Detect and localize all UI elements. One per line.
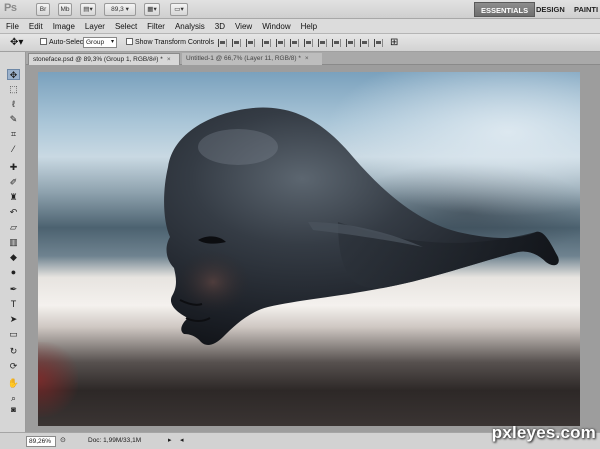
distribute-left-icon[interactable]: [346, 39, 355, 47]
menu-edit[interactable]: Edit: [29, 22, 43, 31]
stone-face-sculpture: [164, 107, 559, 345]
menu-bar: File Edit Image Layer Select Filter Anal…: [0, 19, 600, 34]
distribute-right-icon[interactable]: [374, 39, 383, 47]
tools-panel: ✥ ⬚ ℓ ✎ ⌗ ⁄ ✚ ✐ ♜ ↶ ▱ ▥ ◆ ● ✒ T ➤ ▭ ↻ ⟳ …: [0, 52, 26, 449]
menu-help[interactable]: Help: [301, 22, 317, 31]
gradient-tool-icon[interactable]: ▥: [7, 237, 20, 248]
lasso-tool-icon[interactable]: ℓ: [7, 99, 20, 110]
distribute-vcenter-icon[interactable]: [318, 39, 327, 47]
close-icon[interactable]: ×: [167, 56, 171, 63]
marquee-tool-icon[interactable]: ⬚: [7, 84, 20, 95]
healing-brush-tool-icon[interactable]: ✚: [7, 162, 20, 173]
align-vcenter-icon[interactable]: [232, 39, 241, 47]
brush-tool-icon[interactable]: ✐: [7, 177, 20, 188]
tab-stoneface-label: stoneface.psd @ 89,3% (Group 1, RGB/8#) …: [33, 56, 163, 63]
menu-view[interactable]: View: [235, 22, 252, 31]
menu-filter[interactable]: Filter: [147, 22, 165, 31]
history-brush-tool-icon[interactable]: ↶: [7, 207, 20, 218]
arrange-documents-button[interactable]: ▦▾: [144, 3, 160, 16]
path-selection-tool-icon[interactable]: ➤: [7, 314, 20, 325]
view-extras-button[interactable]: ▤▾: [80, 3, 96, 16]
bridge-button[interactable]: Br: [36, 3, 50, 16]
photoshop-logo: Ps: [4, 2, 17, 14]
shape-tool-icon[interactable]: ▭: [7, 329, 20, 340]
quick-mask-icon[interactable]: ◙: [7, 404, 20, 415]
move-tool-icon[interactable]: ✥: [7, 69, 20, 80]
show-transform-checkbox[interactable]: Show Transform Controls: [126, 38, 214, 46]
menu-image[interactable]: Image: [53, 22, 75, 31]
dodge-tool-icon[interactable]: ●: [7, 267, 20, 278]
align-bottom-icon[interactable]: [246, 39, 255, 47]
workspace-painting[interactable]: PAINTI: [568, 2, 600, 17]
crop-tool-icon[interactable]: ⌗: [7, 129, 20, 140]
menu-analysis[interactable]: Analysis: [175, 22, 205, 31]
move-tool-preset-icon[interactable]: ✥▾: [10, 37, 23, 48]
application-bar: Ps Br Mb ▤▾ 89,3 ▾ ▦▾ ▭▾ ESSENTIALS DESI…: [0, 0, 600, 19]
zoom-tool-icon[interactable]: ⌕: [7, 393, 20, 404]
zoom-field[interactable]: 89,26%: [26, 436, 56, 447]
align-top-icon[interactable]: [218, 39, 227, 47]
auto-align-layers-icon[interactable]: ⊞: [390, 37, 398, 48]
document-size-info: Doc: 1,99M/33,1M: [88, 437, 142, 444]
document-workspace[interactable]: [26, 65, 600, 432]
auto-select-dropdown[interactable]: Group: [83, 37, 117, 48]
distribute-hcenter-icon[interactable]: [360, 39, 369, 47]
clone-stamp-tool-icon[interactable]: ♜: [7, 192, 20, 203]
watermark: pxleyes.com: [491, 423, 596, 442]
align-left-icon[interactable]: [262, 39, 271, 47]
status-info-icon[interactable]: ⊙: [60, 436, 66, 444]
workspace-design[interactable]: DESIGN: [530, 2, 571, 17]
menu-select[interactable]: Select: [115, 22, 137, 31]
workspace-essentials[interactable]: ESSENTIALS: [474, 2, 536, 17]
eyedropper-tool-icon[interactable]: ⁄: [7, 144, 20, 155]
document-tabs: stoneface.psd @ 89,3% (Group 1, RGB/8#) …: [26, 52, 600, 65]
show-transform-label: Show Transform Controls: [135, 39, 214, 46]
tab-untitled-1[interactable]: Untitled-1 @ 66,7% (Layer 11, RGB/8) * ×: [182, 53, 322, 65]
options-bar: ✥▾ Auto-Select: Group Show Transform Con…: [0, 34, 600, 52]
3d-rotate-tool-icon[interactable]: ↻: [7, 346, 20, 357]
menu-file[interactable]: File: [6, 22, 19, 31]
image-canvas[interactable]: [38, 72, 580, 426]
menu-window[interactable]: Window: [262, 22, 290, 31]
auto-select-label: Auto-Select:: [49, 39, 88, 46]
tab-stoneface[interactable]: stoneface.psd @ 89,3% (Group 1, RGB/8#) …: [28, 53, 180, 65]
menu-3d[interactable]: 3D: [215, 22, 225, 31]
type-tool-icon[interactable]: T: [7, 299, 20, 310]
hand-tool-icon[interactable]: ✋: [7, 378, 20, 389]
menu-layer[interactable]: Layer: [85, 22, 105, 31]
blur-tool-icon[interactable]: ◆: [7, 252, 20, 263]
scroll-left-arrow-icon[interactable]: ◂: [180, 436, 184, 444]
distribute-bottom-icon[interactable]: [332, 39, 341, 47]
align-hcenter-icon[interactable]: [276, 39, 285, 47]
close-icon[interactable]: ×: [305, 55, 309, 62]
pen-tool-icon[interactable]: ✒: [7, 284, 20, 295]
zoom-level-dropdown[interactable]: 89,3 ▾: [104, 3, 136, 16]
3d-orbit-tool-icon[interactable]: ⟳: [7, 361, 20, 372]
tab-untitled-label: Untitled-1 @ 66,7% (Layer 11, RGB/8) *: [186, 55, 301, 62]
distribute-top-icon[interactable]: [304, 39, 313, 47]
eraser-tool-icon[interactable]: ▱: [7, 222, 20, 233]
mini-bridge-button[interactable]: Mb: [58, 3, 72, 16]
status-menu-arrow-icon[interactable]: ▸: [168, 436, 172, 444]
auto-select-checkbox[interactable]: Auto-Select:: [40, 38, 87, 46]
align-right-icon[interactable]: [290, 39, 299, 47]
quick-select-tool-icon[interactable]: ✎: [7, 114, 20, 125]
screen-mode-button[interactable]: ▭▾: [170, 3, 188, 16]
